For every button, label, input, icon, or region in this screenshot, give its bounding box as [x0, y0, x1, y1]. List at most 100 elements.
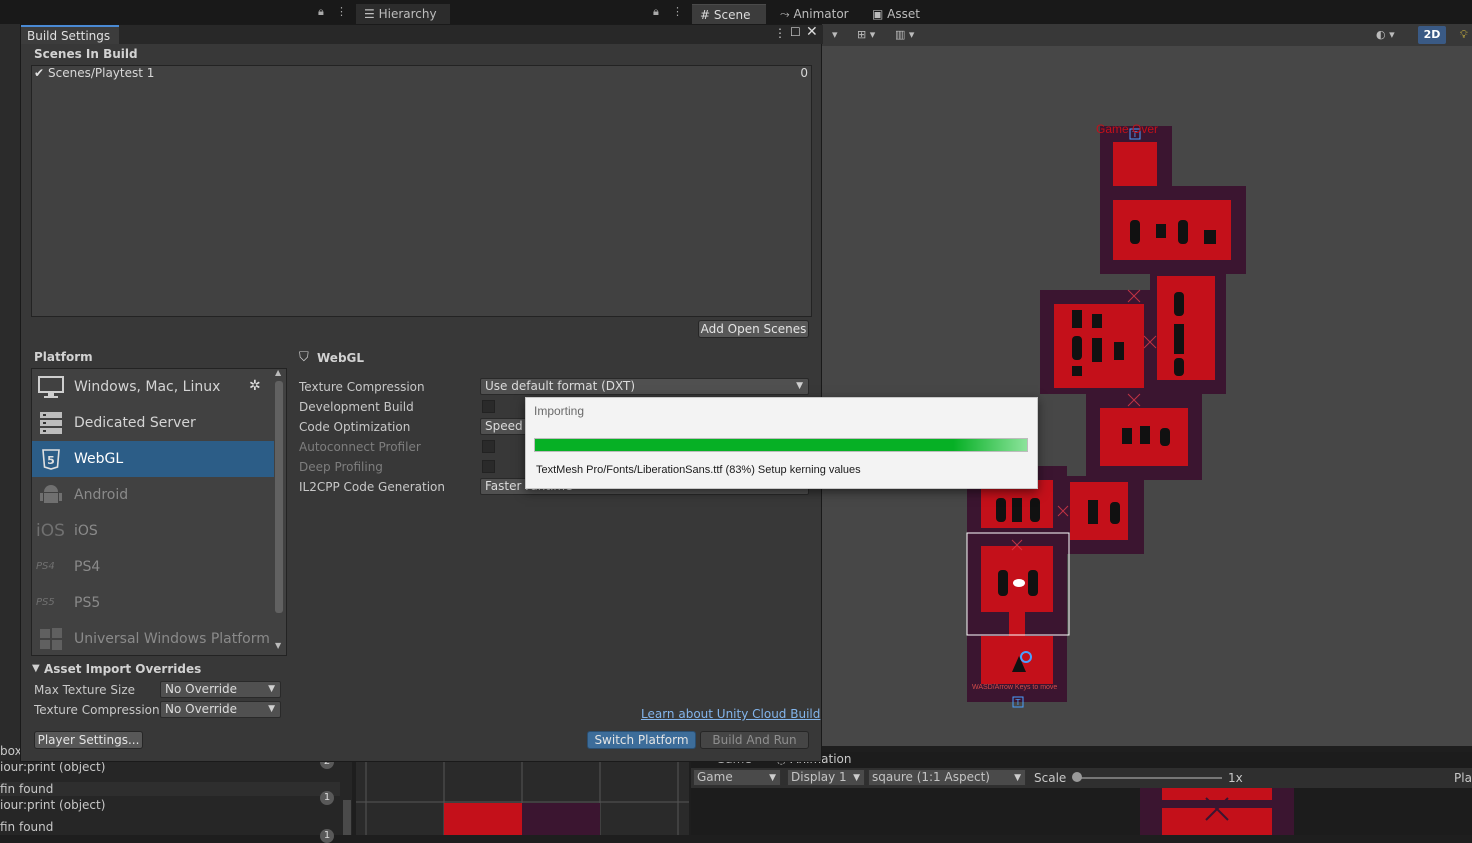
grid-icon: # — [700, 8, 711, 22]
code-optimization-label: Code Optimization — [299, 420, 411, 434]
scale-value: 1x — [1228, 771, 1243, 785]
play-focused-label[interactable]: Pla — [1454, 770, 1472, 786]
scroll-up-icon[interactable]: ▲ — [275, 368, 281, 377]
platform-item-ios[interactable]: iOS iOS — [32, 513, 274, 549]
platform-item-windows-mac-linux[interactable]: Windows, Mac, Linux ✲ — [32, 369, 274, 405]
deep-profiling-label: Deep Profiling — [299, 460, 383, 474]
bag-icon: ▣ — [872, 7, 884, 21]
tab-asset-store[interactable]: ▣ Asset Store — [864, 4, 962, 41]
texture-compression-dropdown[interactable]: Use default format (DXT) ▼ — [480, 378, 809, 395]
platform-item-android[interactable]: Android — [32, 477, 274, 513]
console-scrollbar[interactable] — [343, 800, 351, 835]
scene-name: Scenes/Playtest 1 — [48, 66, 155, 80]
left-panel-strip — [0, 24, 20, 764]
console-entry[interactable]: fin found — [0, 782, 340, 796]
console-entry[interactable]: iour:print (object) — [0, 798, 105, 812]
2d-toggle-button[interactable]: 2D — [1418, 26, 1446, 44]
unity-icon: ✲ — [249, 378, 261, 394]
light-icon[interactable]: 💡︎ — [1460, 26, 1468, 44]
scale-slider-thumb[interactable] — [1072, 772, 1082, 782]
max-texture-size-dropdown[interactable]: No Override ▼ — [160, 681, 281, 698]
grid-snap-icon[interactable]: ⊞ ▾ — [857, 26, 875, 44]
ps4-icon: PS4 — [36, 561, 55, 572]
texture-compression-label: Texture Compression — [299, 380, 425, 394]
build-and-run-button[interactable]: Build And Run — [700, 731, 809, 749]
max-texture-size-label: Max Texture Size — [34, 683, 135, 697]
autoconnect-profiler-label: Autoconnect Profiler — [299, 440, 421, 454]
scene-view[interactable]: T T Game Over WASD/Arrow Keys to move — [822, 46, 1472, 746]
game-preview — [1140, 788, 1294, 835]
maximize-icon[interactable]: ☐ — [790, 25, 801, 39]
deep-profiling-checkbox[interactable] — [482, 460, 495, 473]
count-badge: 1 — [320, 829, 334, 843]
tab-animator[interactable]: ⤳ Animator — [772, 4, 860, 24]
ps5-icon: PS5 — [36, 597, 55, 608]
platform-list[interactable]: Windows, Mac, Linux ✲ Dedicated Server 5… — [31, 368, 287, 656]
dialog-titlebar: Build Settings ⋮ ☐ ✕ — [21, 24, 823, 44]
il2cpp-code-generation-label: IL2CPP Code Generation — [299, 480, 446, 494]
progress-fill — [535, 439, 1027, 451]
webgl-settings-header: WebGL — [317, 351, 365, 365]
scene-toolbar — [822, 24, 1472, 47]
server-icon — [40, 412, 62, 434]
console-entry[interactable]: iour:print (object) — [0, 760, 105, 774]
android-icon — [40, 485, 62, 503]
aspect-dropdown[interactable]: sqaure (1:1 Aspect) ▼ — [868, 769, 1026, 786]
tab-hierarchy[interactable]: ☰ Hierarchy — [356, 4, 450, 24]
tile-palette-panel[interactable] — [356, 762, 689, 835]
platform-item-ps4[interactable]: PS4 PS4 — [32, 549, 274, 585]
checkmark-icon[interactable]: ✔ — [34, 66, 44, 80]
platform-item-dedicated-server[interactable]: Dedicated Server — [32, 405, 274, 441]
add-open-scenes-button[interactable]: Add Open Scenes — [698, 320, 809, 338]
asset-import-overrides-header[interactable]: Asset Import Overrides — [44, 662, 201, 676]
html5-icon: 5 — [42, 449, 60, 470]
development-build-checkbox[interactable] — [482, 400, 495, 413]
build-settings-dialog: Build Settings ⋮ ☐ ✕ Scenes In Build ✔ S… — [20, 24, 823, 762]
scene-index: 0 — [800, 66, 808, 80]
shading-mode-icon[interactable]: ◐ ▾ — [1376, 26, 1395, 44]
scene-row[interactable]: ✔ Scenes/Playtest 1 0 — [32, 66, 811, 82]
game-over-text: Game Over — [1096, 122, 1159, 136]
foldout-arrow-icon[interactable]: ▼ — [32, 663, 40, 674]
autoconnect-profiler-checkbox[interactable] — [482, 440, 495, 453]
kebab-menu-icon[interactable]: ⋮ — [336, 5, 347, 18]
console-entry[interactable]: box — [0, 744, 22, 758]
lock-icon[interactable]: 🔒︎ — [653, 5, 659, 19]
platform-header: Platform — [34, 350, 93, 364]
svg-text:5: 5 — [47, 454, 55, 467]
switch-platform-button[interactable]: Switch Platform — [587, 731, 696, 749]
count-badge: 1 — [320, 791, 334, 805]
kebab-menu-icon[interactable]: ⋮ — [672, 5, 683, 18]
dialog-title[interactable]: Build Settings — [21, 25, 119, 44]
scrollbar-thumb[interactable] — [275, 381, 283, 613]
tile-grid — [356, 762, 689, 835]
scale-label: Scale — [1034, 771, 1067, 785]
player-settings-button[interactable]: Player Settings... — [34, 731, 143, 749]
dropdown-arrow-icon[interactable]: ▾ — [832, 26, 838, 44]
ruler-icon[interactable]: ▥ ▾ — [895, 26, 914, 44]
dropdown-arrow-icon: ▼ — [268, 704, 275, 714]
dropdown-arrow-icon: ▼ — [796, 381, 803, 391]
scene-canvas: T T — [966, 126, 1246, 708]
list-icon: ☰ — [364, 7, 375, 21]
scroll-down-icon[interactable]: ▼ — [275, 641, 281, 650]
game-mode-dropdown[interactable]: Game ▼ — [693, 769, 781, 786]
monitor-icon — [38, 376, 64, 398]
platform-list-scrollbar[interactable]: ▲ ▼ — [274, 368, 284, 651]
platform-item-webgl[interactable]: 5 WebGL — [32, 441, 274, 477]
platform-item-uwp[interactable]: Universal Windows Platform — [32, 621, 274, 655]
close-icon[interactable]: ✕ — [806, 24, 818, 40]
override-texture-compression-dropdown[interactable]: No Override ▼ — [160, 701, 281, 718]
dropdown-arrow-icon: ▼ — [1014, 773, 1021, 783]
kebab-menu-icon[interactable]: ⋮ — [774, 26, 786, 40]
scenes-list[interactable]: ✔ Scenes/Playtest 1 0 — [31, 65, 812, 317]
import-progress-bar — [534, 438, 1028, 452]
display-dropdown[interactable]: Display 1 ▼ — [787, 769, 865, 786]
learn-cloud-build-link[interactable]: Learn about Unity Cloud Build — [641, 707, 820, 721]
tab-scene[interactable]: # Scene — [692, 4, 766, 24]
console-entry[interactable]: fin found — [0, 820, 53, 834]
scale-slider[interactable] — [1076, 777, 1222, 779]
platform-item-ps5[interactable]: PS5 PS5 — [32, 585, 274, 621]
lock-icon[interactable]: 🔒︎ — [318, 5, 324, 19]
development-build-label: Development Build — [299, 400, 414, 414]
